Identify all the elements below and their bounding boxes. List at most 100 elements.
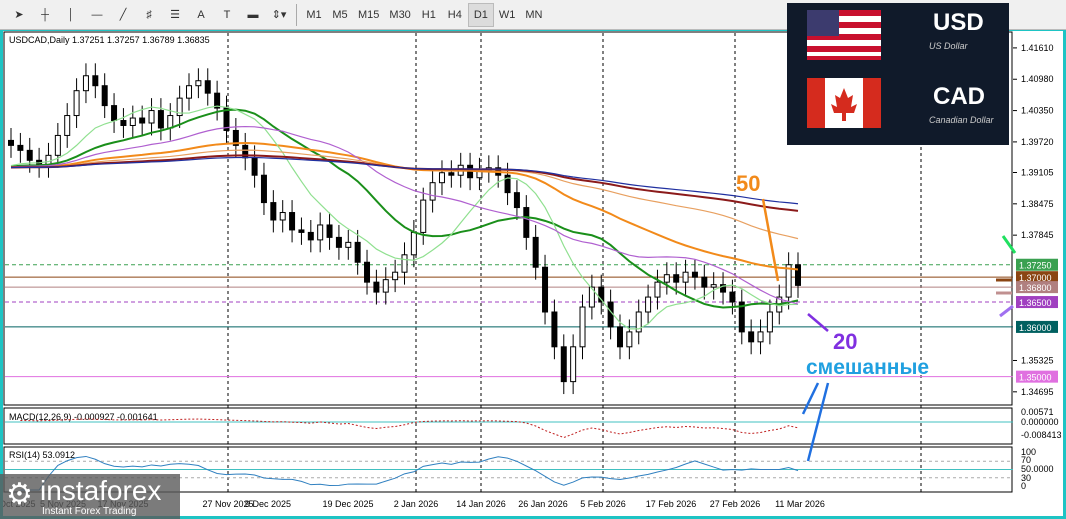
candle-body — [157, 110, 164, 129]
timeframe-mn[interactable]: MN — [520, 3, 547, 27]
candle-body — [354, 241, 361, 263]
price-level-label: 1.37250 — [1019, 261, 1052, 271]
horizontal-line-tool-icon[interactable]: — — [84, 3, 110, 27]
y-tick-label: 1.40980 — [1021, 74, 1054, 84]
timeframe-w1[interactable]: W1 — [494, 3, 521, 27]
candle-body — [542, 266, 549, 313]
candle-body — [26, 149, 33, 161]
x-tick-label: 11 Mar 2026 — [775, 499, 825, 509]
text-label-tool-icon[interactable]: T — [214, 3, 240, 27]
level-pointer-arrow-icon — [1001, 235, 1017, 254]
candle-body — [279, 212, 286, 221]
currency-flags-panel: USD US Dollar CAD Canadian Dollar — [787, 3, 1009, 145]
cursor-tool-icon[interactable]: ➤ — [6, 3, 32, 27]
candle-body — [420, 199, 427, 233]
candle-body — [82, 75, 89, 92]
x-tick-label: 17 Feb 2026 — [646, 499, 697, 509]
x-tick-label: 2 Jan 2026 — [394, 499, 439, 509]
price-level-label: 1.36500 — [1019, 298, 1052, 308]
candle-body — [73, 90, 80, 117]
x-tick-label: 27 Feb 2026 — [710, 499, 761, 509]
candle-body — [251, 157, 258, 176]
candle-body — [579, 306, 586, 348]
candle-body — [364, 261, 371, 283]
candle-body — [691, 271, 698, 278]
candle-body — [167, 115, 174, 129]
candle-body — [317, 224, 324, 241]
price-level-label: 1.35000 — [1019, 373, 1052, 383]
candle-body — [64, 115, 71, 136]
candle-body — [616, 326, 623, 348]
candle-body — [710, 284, 717, 288]
candle-body — [663, 274, 670, 283]
candle-body — [757, 331, 764, 343]
candle-body — [345, 241, 352, 248]
candle-body — [120, 120, 127, 126]
usd-code: USD — [933, 9, 984, 36]
fibonacci-tool-icon[interactable]: ♯ — [136, 3, 162, 27]
candle-body — [129, 117, 136, 126]
ma20-arrow-icon — [807, 313, 829, 332]
cad-code: CAD — [933, 83, 985, 110]
candle-body — [626, 331, 633, 348]
us-flag-icon — [807, 10, 881, 60]
candle-body — [766, 311, 773, 333]
candle-body — [654, 281, 661, 298]
candle-body — [101, 85, 108, 107]
arrows-tool-icon[interactable]: ⇕▾ — [266, 3, 292, 27]
ma50-annotation: 50 — [736, 171, 760, 196]
candle-body — [410, 231, 417, 256]
candle-body — [560, 346, 567, 383]
candle-body — [701, 276, 708, 288]
timeframe-m1[interactable]: M1 — [301, 3, 327, 27]
rsi-label: RSI(14) 53.0912 — [9, 450, 75, 460]
candle-body — [748, 331, 755, 343]
candle-body — [448, 172, 455, 176]
logo-name: instaforex — [40, 475, 162, 506]
candle-body — [682, 271, 689, 283]
candle-body — [795, 264, 801, 286]
candle-body — [532, 236, 539, 268]
candle-body — [392, 271, 399, 281]
macd-tick-label: 0.000000 — [1021, 417, 1059, 427]
y-tick-label: 1.41610 — [1021, 43, 1054, 53]
trendline-tool-icon[interactable]: ╱ — [110, 3, 136, 27]
candle-body — [673, 274, 680, 283]
candle-body — [92, 75, 99, 87]
timeframe-d1[interactable]: D1 — [467, 2, 494, 27]
candle-body — [326, 224, 333, 238]
y-tick-label: 1.34695 — [1021, 387, 1054, 397]
timeframe-h4[interactable]: H4 — [442, 3, 468, 27]
canada-flag-icon — [807, 78, 881, 128]
candle-body — [260, 174, 267, 204]
timeframe-h1[interactable]: H1 — [416, 3, 442, 27]
y-tick-label: 1.39105 — [1021, 167, 1054, 177]
usd-name: US Dollar — [929, 41, 968, 51]
moving-average-120-line — [10, 156, 799, 205]
x-tick-label: 26 Jan 2026 — [518, 499, 568, 509]
moving-average-100-line — [10, 154, 799, 212]
candle-body — [17, 144, 24, 151]
timeframe-m5[interactable]: M5 — [327, 3, 353, 27]
macd-arrow-icon — [801, 382, 820, 415]
timeframe-m15[interactable]: M15 — [353, 3, 384, 27]
y-tick-label: 1.35325 — [1021, 355, 1054, 365]
ma20-annotation: 20 — [833, 329, 857, 354]
candle-body — [270, 202, 277, 221]
candle-body — [607, 301, 614, 328]
vertical-line-tool-icon[interactable]: │ — [58, 3, 84, 27]
y-tick-label: 1.38475 — [1021, 199, 1054, 209]
candle-body — [429, 182, 436, 201]
candle-body — [729, 291, 736, 303]
candle-body — [335, 236, 342, 248]
crosshair-tool-icon[interactable]: ┼ — [32, 3, 58, 27]
candle-body — [289, 212, 296, 231]
text-tool-icon[interactable]: A — [188, 3, 214, 27]
grid-lines-tool-icon[interactable]: ☰ — [162, 3, 188, 27]
cad-name: Canadian Dollar — [929, 115, 994, 125]
x-tick-label: 5 Feb 2026 — [580, 499, 626, 509]
x-tick-label: 19 Dec 2025 — [322, 499, 373, 509]
mixed-annotation: смешанные — [806, 356, 929, 379]
rectangle-tool-icon[interactable]: ▬ — [240, 3, 266, 27]
timeframe-m30[interactable]: M30 — [384, 3, 415, 27]
